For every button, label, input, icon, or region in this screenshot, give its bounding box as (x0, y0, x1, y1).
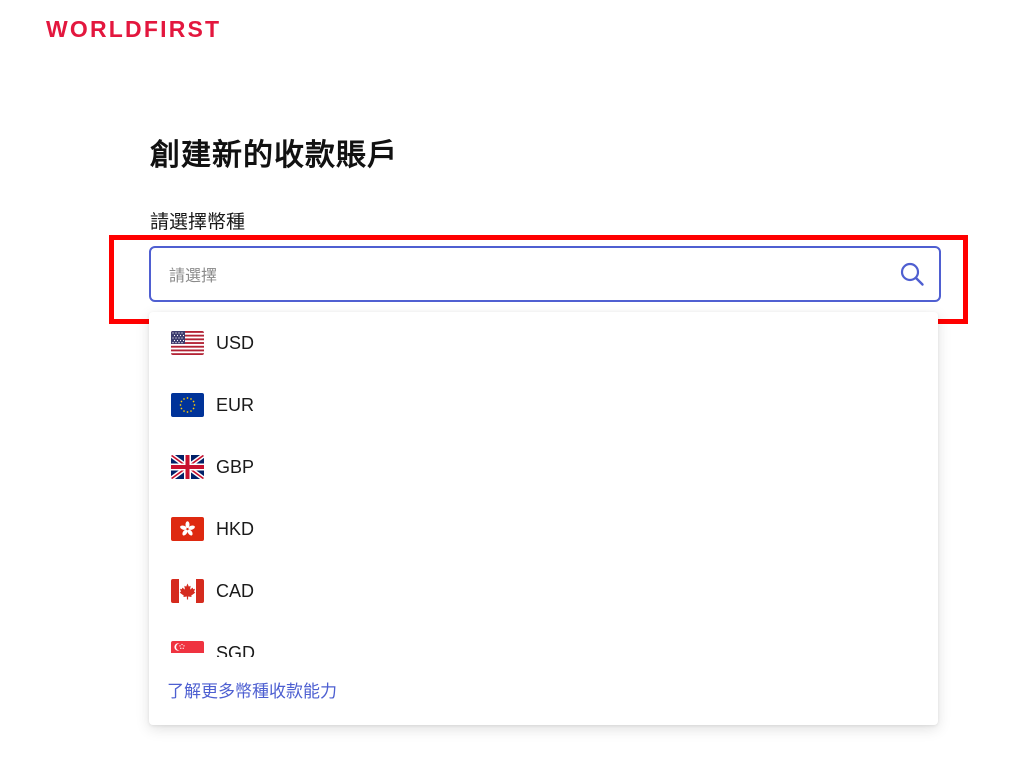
currency-code: USD (216, 332, 255, 353)
currency-code: GBP (216, 456, 255, 477)
hk-flag-icon (171, 517, 204, 541)
sg-flag-icon (171, 641, 204, 657)
option-gbp[interactable]: GBP (149, 436, 938, 498)
currency-field-label: 請選擇幣種 (150, 211, 246, 233)
option-usd[interactable]: USD (149, 312, 938, 374)
us-flag-icon (171, 331, 204, 355)
eu-flag-icon (171, 393, 204, 417)
option-cad[interactable]: CAD (149, 560, 938, 622)
ca-flag-icon (171, 579, 204, 603)
currency-options-list[interactable]: USD EUR GBP HKD CAD SGD (149, 312, 938, 657)
option-sgd[interactable]: SGD (149, 622, 938, 657)
option-hkd[interactable]: HKD (149, 498, 938, 560)
gb-flag-icon (171, 455, 204, 479)
currency-select[interactable] (149, 246, 941, 302)
worldfirst-logo[interactable]: WORLDFIRST (46, 16, 221, 43)
currency-code: CAD (216, 580, 255, 601)
option-eur[interactable]: EUR (149, 374, 938, 436)
currency-search-input[interactable] (167, 248, 871, 302)
currency-dropdown: USD EUR GBP HKD CAD SGD 了解更多幣種收款能力 (149, 312, 938, 725)
currency-code: HKD (216, 518, 255, 539)
learn-more-currencies-link[interactable]: 了解更多幣種收款能力 (167, 677, 337, 702)
page-title: 創建新的收款賬戶 (150, 138, 398, 173)
currency-code: EUR (216, 394, 255, 415)
currency-code: SGD (216, 642, 256, 658)
search-icon[interactable] (899, 261, 925, 287)
